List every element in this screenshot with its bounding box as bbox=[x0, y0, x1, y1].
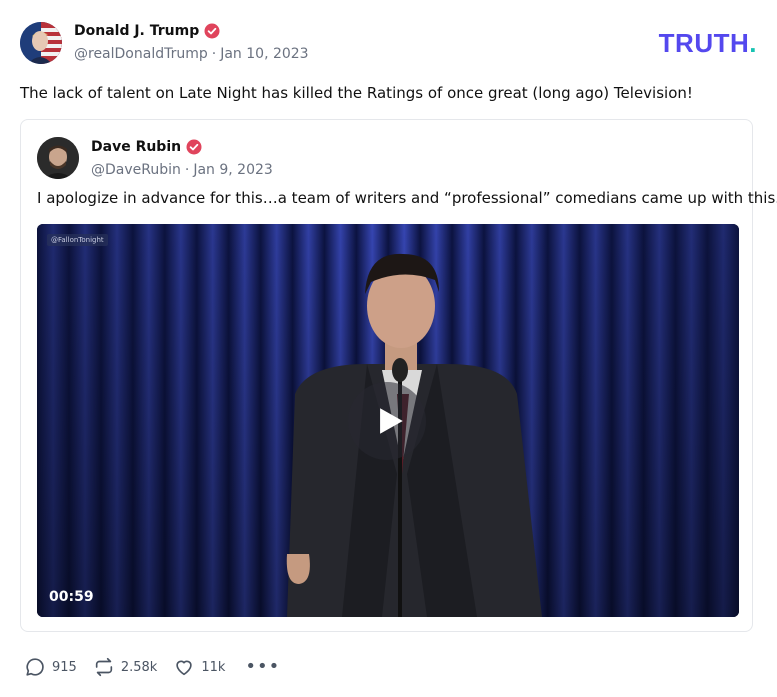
like-icon bbox=[176, 660, 193, 676]
play-button[interactable] bbox=[348, 382, 426, 460]
truth-logo[interactable]: TRUTH. bbox=[659, 28, 757, 59]
quoted-post[interactable]: Dave Rubin @DaveRubin · Jan 9, 2023 I apol… bbox=[20, 119, 777, 632]
quoted-meta-separator: · bbox=[184, 162, 190, 178]
author-name-label: Donald J. Trump bbox=[74, 23, 200, 39]
more-icon[interactable]: ••• bbox=[245, 658, 280, 676]
like-button[interactable]: 11k bbox=[173, 656, 225, 678]
quoted-author-name-label: Dave Rubin bbox=[91, 139, 182, 155]
author-name[interactable]: Donald J. Trump bbox=[74, 23, 220, 39]
brand-dot: . bbox=[749, 28, 757, 58]
reply-icon bbox=[26, 658, 44, 676]
verified-badge-icon bbox=[186, 139, 202, 155]
quoted-text: I apologize in advance for this…a team o… bbox=[37, 189, 777, 207]
truth-post: Donald J. Trump @realDonaldTrump · Jan 10,… bbox=[0, 0, 777, 697]
meta-separator: · bbox=[211, 46, 217, 62]
post-date[interactable]: Jan 10, 2023 bbox=[220, 46, 308, 62]
verified-badge-icon bbox=[204, 23, 220, 39]
video-watermark: @FallonTonight bbox=[47, 234, 108, 246]
retruth-icon bbox=[95, 657, 112, 677]
action-bar: 915 2.58k 11k ••• bbox=[24, 655, 280, 679]
retruth-count: 2.58k bbox=[120, 659, 158, 675]
quoted-author-handle[interactable]: @DaveRubin bbox=[91, 162, 181, 178]
brand-name: TRUTH bbox=[658, 28, 750, 58]
video-duration: 00:59 bbox=[49, 589, 94, 605]
quoted-post-date[interactable]: Jan 9, 2023 bbox=[193, 162, 272, 178]
quoted-author-name[interactable]: Dave Rubin bbox=[91, 139, 202, 155]
reply-count: 915 bbox=[52, 659, 77, 675]
reply-button[interactable]: 915 bbox=[24, 656, 77, 678]
retruth-button[interactable]: 2.58k bbox=[93, 656, 157, 678]
post-meta: @realDonaldTrump · Jan 10, 2023 bbox=[74, 46, 309, 62]
avatar[interactable] bbox=[20, 22, 62, 64]
play-icon bbox=[380, 408, 403, 434]
like-count: 11k bbox=[201, 659, 226, 675]
author-handle[interactable]: @realDonaldTrump bbox=[74, 46, 208, 62]
quoted-meta: @DaveRubin · Jan 9, 2023 bbox=[91, 162, 273, 178]
quoted-avatar[interactable] bbox=[37, 137, 79, 179]
post-text: The lack of talent on Late Night has kil… bbox=[20, 84, 693, 102]
video-player[interactable]: @FallonTonight 00:59 bbox=[37, 224, 739, 617]
